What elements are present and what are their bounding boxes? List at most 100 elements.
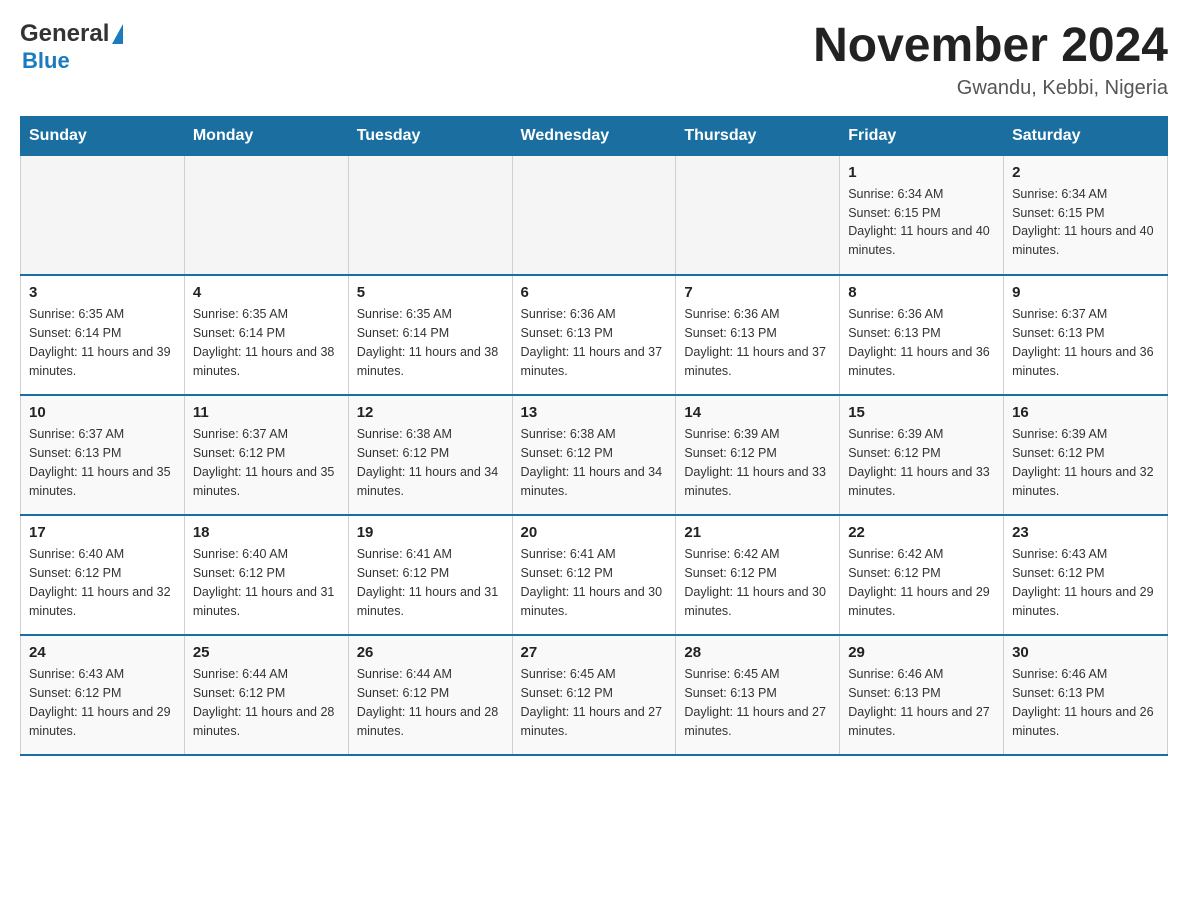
calendar-day-cell: 8 Sunrise: 6:36 AM Sunset: 6:13 PM Daylig… [840,275,1004,395]
calendar-day-cell: 26Sunrise: 6:44 AM Sunset: 6:12 PM Dayli… [348,635,512,755]
day-info: Sunrise: 6:37 AM Sunset: 6:12 PM Dayligh… [193,425,340,500]
logo: General Blue [20,20,123,74]
day-number: 24 [29,644,176,661]
calendar-subtitle: Gwandu, Kebbi, Nigeria [813,77,1168,100]
calendar-day-cell: 3 Sunrise: 6:35 AM Sunset: 6:14 PM Daylig… [21,275,185,395]
calendar-day-cell [184,155,348,275]
calendar-day-cell: 24 Sunrise: 6:43 AM Sunset: 6:12 PM Dayli… [21,635,185,755]
day-info: Sunrise: 6:42 AM Sunset: 6:12 PM Dayligh… [848,545,995,620]
day-number: 12 [357,404,504,421]
day-number: 23 [1012,524,1159,541]
calendar-week-row: 17 Sunrise: 6:40 AM Sunset: 6:12 PM Dayli… [21,515,1168,635]
day-number: 17 [29,524,176,541]
day-info: Sunrise: 6:37 AM Sunset: 6:13 PM Dayligh… [1012,305,1159,380]
day-info: Sunrise: 6:41 AM Sunset: 6:12 PM Dayligh… [357,545,504,620]
day-info: Sunrise: 6:36 AM Sunset: 6:13 PM Dayligh… [521,305,668,380]
day-number: 16 [1012,404,1159,421]
day-number: 3 [29,284,176,301]
day-number: 27 [521,644,668,661]
day-info: Sunrise: 6:38 AM Sunset: 6:12 PM Dayligh… [357,425,504,500]
day-info: Sunrise: 6:34 AM Sunset: 6:15 PM Dayligh… [848,185,995,260]
day-info: Sunrise: 6:43 AM Sunset: 6:12 PM Dayligh… [1012,545,1159,620]
day-info: Sunrise: 6:43 AM Sunset: 6:12 PM Dayligh… [29,665,176,740]
day-of-week-header: Saturday [1004,116,1168,155]
calendar-day-cell: 9 Sunrise: 6:37 AM Sunset: 6:13 PM Daylig… [1004,275,1168,395]
day-number: 29 [848,644,995,661]
calendar-day-cell: 23 Sunrise: 6:43 AM Sunset: 6:12 PM Dayli… [1004,515,1168,635]
calendar-day-cell: 12 Sunrise: 6:38 AM Sunset: 6:12 PM Dayli… [348,395,512,515]
calendar-day-cell: 22 Sunrise: 6:42 AM Sunset: 6:12 PM Dayli… [840,515,1004,635]
day-of-week-header: Thursday [676,116,840,155]
day-number: 13 [521,404,668,421]
calendar-day-cell: 2Sunrise: 6:34 AM Sunset: 6:15 PM Daylig… [1004,155,1168,275]
calendar-header-row: SundayMondayTuesdayWednesdayThursdayFrid… [21,116,1168,155]
calendar-day-cell: 29 Sunrise: 6:46 AM Sunset: 6:13 PM Dayli… [840,635,1004,755]
calendar-day-cell: 30 Sunrise: 6:46 AM Sunset: 6:13 PM Dayli… [1004,635,1168,755]
day-info: Sunrise: 6:39 AM Sunset: 6:12 PM Dayligh… [684,425,831,500]
day-number: 19 [357,524,504,541]
day-number: 4 [193,284,340,301]
calendar-day-cell: 1 Sunrise: 6:34 AM Sunset: 6:15 PM Daylig… [840,155,1004,275]
day-number: 26 [357,644,504,661]
day-info: Sunrise: 6:45 AM Sunset: 6:13 PM Dayligh… [684,665,831,740]
day-number: 28 [684,644,831,661]
calendar-day-cell: 21Sunrise: 6:42 AM Sunset: 6:12 PM Dayli… [676,515,840,635]
day-info: Sunrise: 6:44 AM Sunset: 6:12 PM Dayligh… [193,665,340,740]
day-of-week-header: Wednesday [512,116,676,155]
calendar-day-cell: 13 Sunrise: 6:38 AM Sunset: 6:12 PM Dayli… [512,395,676,515]
calendar-week-row: 10Sunrise: 6:37 AM Sunset: 6:13 PM Dayli… [21,395,1168,515]
day-number: 5 [357,284,504,301]
day-number: 9 [1012,284,1159,301]
calendar-day-cell: 28 Sunrise: 6:45 AM Sunset: 6:13 PM Dayli… [676,635,840,755]
calendar-day-cell [676,155,840,275]
calendar-day-cell: 10Sunrise: 6:37 AM Sunset: 6:13 PM Dayli… [21,395,185,515]
calendar-day-cell: 25 Sunrise: 6:44 AM Sunset: 6:12 PM Dayli… [184,635,348,755]
calendar-day-cell: 15 Sunrise: 6:39 AM Sunset: 6:12 PM Dayli… [840,395,1004,515]
calendar-day-cell [348,155,512,275]
page-header: General Blue November 2024 Gwandu, Kebbi… [20,20,1168,100]
day-number: 7 [684,284,831,301]
day-number: 11 [193,404,340,421]
day-info: Sunrise: 6:40 AM Sunset: 6:12 PM Dayligh… [29,545,176,620]
day-number: 25 [193,644,340,661]
calendar-table: SundayMondayTuesdayWednesdayThursdayFrid… [20,116,1168,757]
day-of-week-header: Sunday [21,116,185,155]
logo-general-text: General [20,20,109,48]
calendar-day-cell: 20 Sunrise: 6:41 AM Sunset: 6:12 PM Dayli… [512,515,676,635]
day-number: 2 [1012,164,1159,181]
day-number: 14 [684,404,831,421]
day-info: Sunrise: 6:35 AM Sunset: 6:14 PM Dayligh… [357,305,504,380]
calendar-title: November 2024 [813,20,1168,73]
day-info: Sunrise: 6:38 AM Sunset: 6:12 PM Dayligh… [521,425,668,500]
calendar-title-area: November 2024 Gwandu, Kebbi, Nigeria [813,20,1168,100]
day-number: 8 [848,284,995,301]
day-number: 30 [1012,644,1159,661]
day-info: Sunrise: 6:36 AM Sunset: 6:13 PM Dayligh… [848,305,995,380]
calendar-day-cell: 27Sunrise: 6:45 AM Sunset: 6:12 PM Dayli… [512,635,676,755]
day-info: Sunrise: 6:37 AM Sunset: 6:13 PM Dayligh… [29,425,176,500]
logo-triangle-icon [112,24,123,44]
calendar-day-cell: 18Sunrise: 6:40 AM Sunset: 6:12 PM Dayli… [184,515,348,635]
day-info: Sunrise: 6:42 AM Sunset: 6:12 PM Dayligh… [684,545,831,620]
day-info: Sunrise: 6:35 AM Sunset: 6:14 PM Dayligh… [193,305,340,380]
calendar-day-cell: 11 Sunrise: 6:37 AM Sunset: 6:12 PM Dayli… [184,395,348,515]
day-of-week-header: Tuesday [348,116,512,155]
day-number: 1 [848,164,995,181]
day-info: Sunrise: 6:39 AM Sunset: 6:12 PM Dayligh… [848,425,995,500]
calendar-day-cell: 5 Sunrise: 6:35 AM Sunset: 6:14 PM Daylig… [348,275,512,395]
calendar-week-row: 3 Sunrise: 6:35 AM Sunset: 6:14 PM Daylig… [21,275,1168,395]
day-number: 20 [521,524,668,541]
calendar-week-row: 1 Sunrise: 6:34 AM Sunset: 6:15 PM Daylig… [21,155,1168,275]
calendar-day-cell: 19 Sunrise: 6:41 AM Sunset: 6:12 PM Dayli… [348,515,512,635]
day-info: Sunrise: 6:35 AM Sunset: 6:14 PM Dayligh… [29,305,176,380]
day-number: 6 [521,284,668,301]
day-info: Sunrise: 6:41 AM Sunset: 6:12 PM Dayligh… [521,545,668,620]
day-info: Sunrise: 6:46 AM Sunset: 6:13 PM Dayligh… [848,665,995,740]
day-number: 15 [848,404,995,421]
day-number: 22 [848,524,995,541]
logo-blue-text: Blue [22,48,70,74]
day-info: Sunrise: 6:40 AM Sunset: 6:12 PM Dayligh… [193,545,340,620]
day-info: Sunrise: 6:46 AM Sunset: 6:13 PM Dayligh… [1012,665,1159,740]
calendar-day-cell [512,155,676,275]
day-of-week-header: Monday [184,116,348,155]
